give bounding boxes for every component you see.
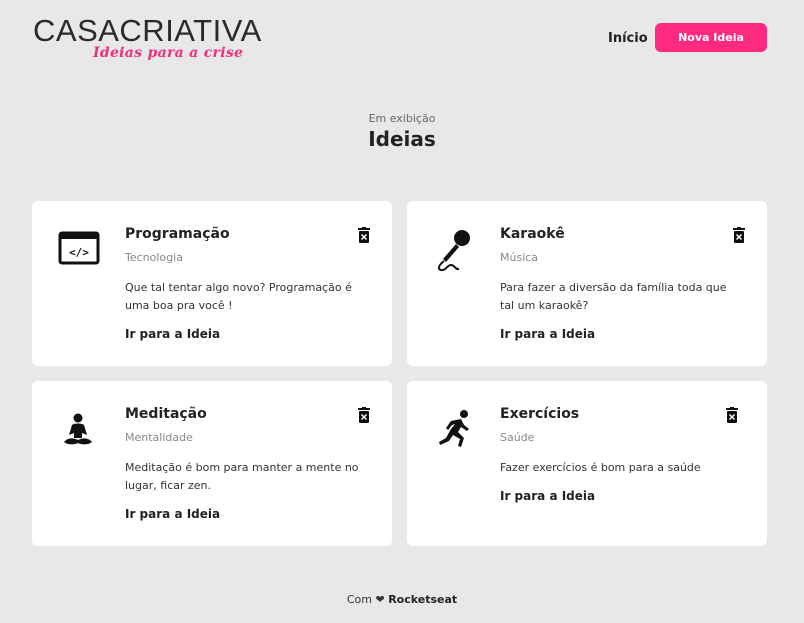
card-description: Que tal tentar algo novo? Programação é … (125, 281, 352, 312)
go-to-idea-link[interactable]: Ir para a Ideia (500, 489, 595, 503)
go-to-idea-link[interactable]: Ir para a Ideia (125, 507, 220, 521)
card-title: Exercícios (500, 406, 580, 422)
idea-card-exercicios: Exercícios Saúde Fazer exercícios é bom … (407, 381, 767, 546)
card-category: Mentalidade (125, 431, 193, 444)
card-description: Para fazer a diversão da família toda qu… (500, 281, 727, 312)
code-window-icon: </> (56, 225, 104, 273)
footer-prefix: Com (346, 593, 372, 606)
trash-icon[interactable] (725, 407, 739, 423)
logo[interactable]: CASACRIATIVA Ideias para a crise (33, 14, 262, 62)
section-subtitle: Em exibição (368, 112, 436, 125)
nav-home-link[interactable]: Início (608, 31, 648, 46)
footer-brand[interactable]: Rocketseat (388, 593, 457, 606)
logo-light: CRIATIVA (119, 13, 262, 48)
logo-wordmark: CASACRIATIVA (33, 14, 262, 48)
meditation-icon (56, 405, 104, 453)
card-category: Tecnologia (125, 251, 183, 264)
page-title: Ideias (368, 127, 436, 151)
card-category: Saúde (500, 431, 535, 444)
heart-icon: ❤ (375, 593, 385, 606)
go-to-idea-link[interactable]: Ir para a Ideia (500, 327, 595, 341)
svg-text:</>: </> (69, 246, 89, 259)
idea-card-meditacao: Meditação Mentalidade Meditação é bom pa… (32, 381, 392, 546)
idea-card-programacao: </> Programação Tecnologia Que tal tenta… (32, 201, 392, 366)
trash-icon[interactable] (357, 407, 371, 423)
logo-tagline: Ideias para a crise (93, 45, 244, 61)
go-to-idea-link[interactable]: Ir para a Ideia (125, 327, 220, 341)
running-icon (431, 405, 479, 453)
microphone-icon (431, 225, 479, 273)
card-description: Meditação é bom para manter a mente no l… (125, 461, 359, 492)
card-description: Fazer exercícios é bom para a saúde (500, 461, 701, 474)
card-title: Programação (125, 226, 230, 242)
trash-icon[interactable] (357, 227, 371, 243)
logo-bold: CASA (33, 13, 120, 48)
new-idea-button[interactable]: Nova Ideia (655, 23, 767, 52)
card-category: Música (500, 251, 539, 264)
header: CASACRIATIVA Ideias para a crise Início … (0, 0, 804, 80)
footer: Com ❤ Rocketseat (0, 593, 804, 606)
trash-icon[interactable] (732, 227, 746, 243)
idea-card-karaoke: Karaokê Música Para fazer a diversão da … (407, 201, 767, 366)
card-title: Karaokê (500, 226, 565, 242)
section-header: Em exibição Ideias (0, 112, 804, 151)
card-title: Meditação (125, 406, 207, 422)
